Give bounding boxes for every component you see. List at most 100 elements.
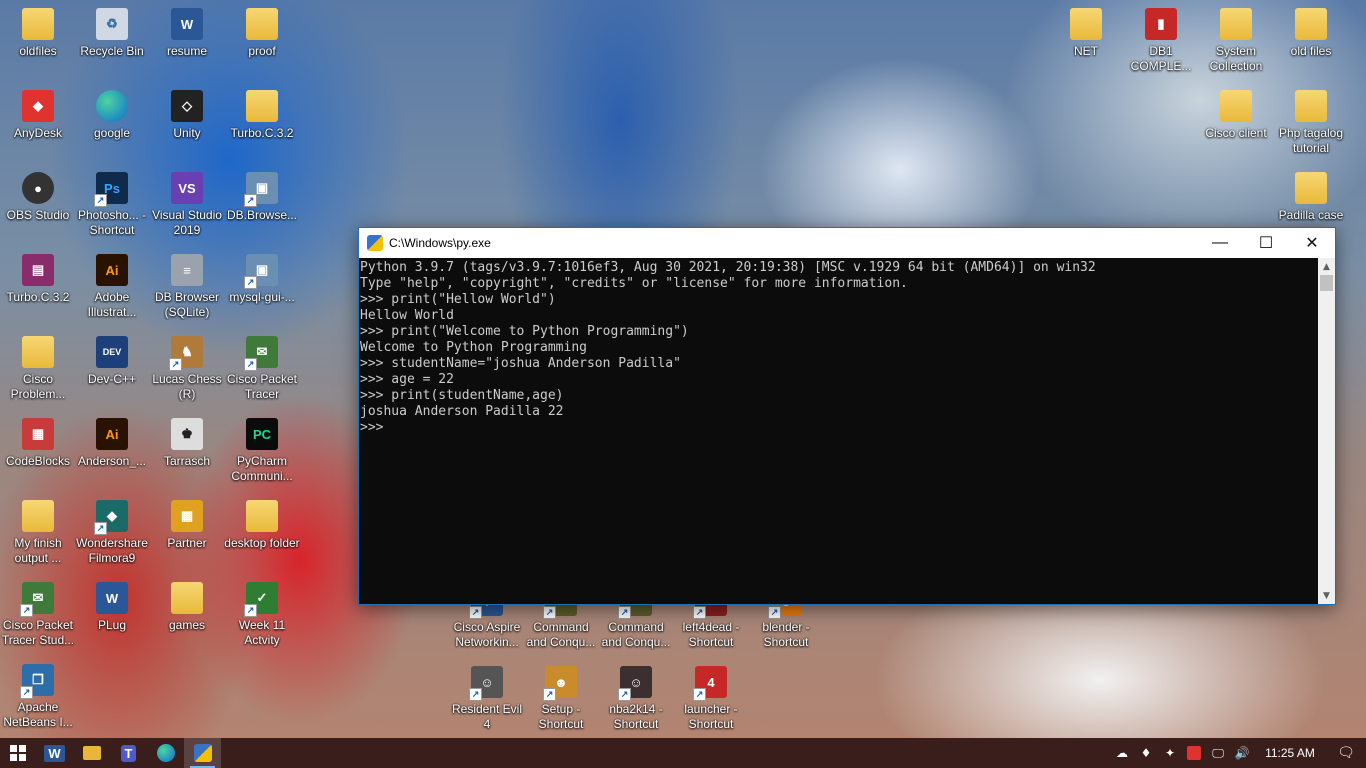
teams-icon[interactable]: T bbox=[110, 738, 147, 768]
desktop-icon[interactable]: PC PyCharm Communi... bbox=[224, 412, 300, 492]
desktop-icon-label: mysql-gui-... bbox=[229, 290, 295, 304]
desktop-icon[interactable]: ▮ DB1 COMPLE... bbox=[1123, 2, 1199, 82]
desktop-icon[interactable]: DEV Dev-C++ bbox=[74, 330, 150, 410]
folder-icon bbox=[1220, 8, 1252, 40]
desktop-icon[interactable]: Turbo.C.3.2 bbox=[224, 84, 300, 164]
scroll-down-arrow-icon[interactable]: ▼ bbox=[1318, 587, 1335, 604]
desktop-icon[interactable]: Wresume bbox=[149, 2, 225, 82]
desktop-icon[interactable]: ▦ Partner bbox=[149, 494, 225, 574]
desktop-icon[interactable]: ● OBS Studio bbox=[0, 166, 76, 246]
desktop-icon[interactable]: ◇ Unity bbox=[149, 84, 225, 164]
scroll-up-arrow-icon[interactable]: ▲ bbox=[1318, 258, 1335, 275]
netbeans-icon: ❒ bbox=[20, 664, 54, 699]
python-console-window[interactable]: C:\Windows\py.exe — ☐ ✕ Python 3.9.7 (ta… bbox=[358, 227, 1336, 605]
folder-icon bbox=[22, 336, 54, 368]
desktop-icon[interactable]: ♻ Recycle Bin bbox=[74, 2, 150, 82]
desktop-icon[interactable]: ☺nba2k14 - Shortcut bbox=[598, 660, 674, 740]
desktop-icon-label: Wondershare Filmora9 bbox=[76, 536, 148, 565]
desktop-icon-label: Anderson_... bbox=[77, 454, 147, 468]
edge-icon[interactable] bbox=[147, 738, 184, 768]
window-titlebar[interactable]: C:\Windows\py.exe — ☐ ✕ bbox=[359, 228, 1335, 258]
desktop-icon[interactable]: ▦ CodeBlocks bbox=[0, 412, 76, 492]
vertical-scrollbar[interactable]: ▲ ▼ bbox=[1318, 258, 1335, 604]
close-button[interactable]: ✕ bbox=[1289, 228, 1335, 258]
desktop-icon[interactable]: 4launcher - Shortcut bbox=[673, 660, 749, 740]
illustrator-icon: Ai bbox=[96, 254, 128, 286]
console-output[interactable]: Python 3.9.7 (tags/v3.9.7:1016ef3, Aug 3… bbox=[359, 258, 1318, 604]
anydesk-icon[interactable] bbox=[1182, 738, 1206, 768]
photoshop-icon: Ps bbox=[94, 172, 128, 207]
desktop-icon[interactable]: W PLug bbox=[74, 576, 150, 656]
desktop-icon-label: Lucas Chess (R) bbox=[152, 372, 222, 401]
chess-board-icon: ♚ bbox=[171, 418, 203, 450]
folder-icon bbox=[1070, 8, 1102, 40]
desktop-icon[interactable]: Cisco client bbox=[1198, 84, 1274, 164]
desktop-icon[interactable]: proof bbox=[224, 2, 300, 82]
db-browser-icon: ▣ bbox=[244, 172, 278, 207]
desktop-icon[interactable]: ♞Lucas Chess (R) bbox=[149, 330, 225, 410]
onedrive-icon[interactable]: ☁ bbox=[1110, 738, 1134, 768]
desktop-icon[interactable]: ▤ Turbo.C.3.2 bbox=[0, 248, 76, 328]
desktop-icon-label: DB.Browse... bbox=[226, 208, 298, 222]
desktop-icon[interactable]: Php tagalog tutorial bbox=[1273, 84, 1349, 164]
network-icon[interactable]: 🖵 bbox=[1206, 738, 1230, 768]
desktop-icon-label: oldfiles bbox=[19, 44, 57, 58]
desktop-icon[interactable]: desktop folder bbox=[224, 494, 300, 574]
desktop-icon[interactable]: NET bbox=[1048, 2, 1124, 82]
desktop-icon[interactable]: My finish output ... bbox=[0, 494, 76, 574]
desktop-icon[interactable]: Cisco Problem... bbox=[0, 330, 76, 410]
desktop-icon[interactable]: PsPhotosho... - Shortcut bbox=[74, 166, 150, 246]
desktop-icon[interactable]: ▣DB.Browse... bbox=[224, 166, 300, 246]
maximize-button[interactable]: ☐ bbox=[1243, 228, 1289, 258]
desktop-icon[interactable]: ▣mysql-gui-... bbox=[224, 248, 300, 328]
desktop-icon-label: Turbo.C.3.2 bbox=[6, 290, 70, 304]
python-icon[interactable] bbox=[184, 738, 221, 768]
desktop-icon[interactable]: ☻Setup - Shortcut bbox=[523, 660, 599, 740]
defender-icon[interactable]: ♦ bbox=[1134, 738, 1158, 768]
resident-evil-icon: ☺ bbox=[469, 666, 503, 701]
clock[interactable]: 11:25 AM bbox=[1254, 746, 1326, 760]
database-icon: ≡ bbox=[171, 254, 203, 286]
desktop-icon[interactable]: google bbox=[74, 84, 150, 164]
desktop-icon[interactable]: ✉Cisco Packet Tracer Stud... bbox=[0, 576, 76, 656]
bluetooth-icon[interactable]: ✦ bbox=[1158, 738, 1182, 768]
desktop-icon[interactable]: Ai Anderson_... bbox=[74, 412, 150, 492]
desktop-icon[interactable]: Ai Adobe Illustrat... bbox=[74, 248, 150, 328]
console-line: >>> studentName="joshua Anderson Padilla… bbox=[360, 356, 681, 371]
desktop-icon[interactable]: ✓Week 11 Actvity bbox=[224, 576, 300, 656]
desktop-icon-label: Resident Evil 4 bbox=[451, 702, 523, 731]
recycle-bin-icon: ♻ bbox=[96, 8, 128, 40]
minimize-button[interactable]: — bbox=[1197, 228, 1243, 258]
windows-start-icon[interactable] bbox=[0, 738, 36, 768]
scroll-thumb[interactable] bbox=[1320, 275, 1333, 291]
desktop-icon[interactable]: ✉Cisco Packet Tracer bbox=[224, 330, 300, 410]
volume-icon[interactable]: 🔊 bbox=[1230, 738, 1254, 768]
desktop-icon[interactable]: ◆Wondershare Filmora9 bbox=[74, 494, 150, 574]
desktop-icon[interactable]: ◆ AnyDesk bbox=[0, 84, 76, 164]
console-line: >>> age = 22 bbox=[360, 372, 454, 387]
desktop-icon-label: Adobe Illustrat... bbox=[87, 290, 137, 319]
desktop-icon-label: PyCharm Communi... bbox=[231, 454, 293, 483]
illustrator-icon: Ai bbox=[96, 418, 128, 450]
desktop-icon[interactable]: old files bbox=[1273, 2, 1349, 82]
desktop-icon[interactable]: VS Visual Studio 2019 bbox=[149, 166, 225, 246]
folder-icon bbox=[171, 582, 203, 614]
desktop-icon-label: nba2k14 - Shortcut bbox=[609, 702, 663, 731]
folder-icon bbox=[22, 8, 54, 40]
desktop-icon[interactable]: ❒Apache NetBeans I... bbox=[0, 658, 76, 738]
desktop-icon[interactable]: System Collection bbox=[1198, 2, 1274, 82]
desktop-icon[interactable]: ♚ Tarrasch bbox=[149, 412, 225, 492]
partner-icon: ▦ bbox=[171, 500, 203, 532]
notification-center-icon[interactable]: 🗨 bbox=[1326, 738, 1366, 768]
desktop-icon-label: DB1 COMPLE... bbox=[1130, 44, 1192, 73]
word-icon[interactable]: W bbox=[36, 738, 73, 768]
file-explorer-icon[interactable] bbox=[73, 738, 110, 768]
word-doc-icon: W bbox=[96, 582, 128, 614]
edge-icon bbox=[96, 90, 128, 122]
desktop-icon-label: Cisco Packet Tracer bbox=[226, 372, 298, 401]
desktop-icon[interactable]: ☺Resident Evil 4 bbox=[449, 660, 525, 740]
desktop-icon[interactable]: ≡ DB Browser (SQLite) bbox=[149, 248, 225, 328]
chess-icon: ♞ bbox=[169, 336, 203, 371]
desktop-icon[interactable]: oldfiles bbox=[0, 2, 76, 82]
desktop-icon[interactable]: games bbox=[149, 576, 225, 656]
